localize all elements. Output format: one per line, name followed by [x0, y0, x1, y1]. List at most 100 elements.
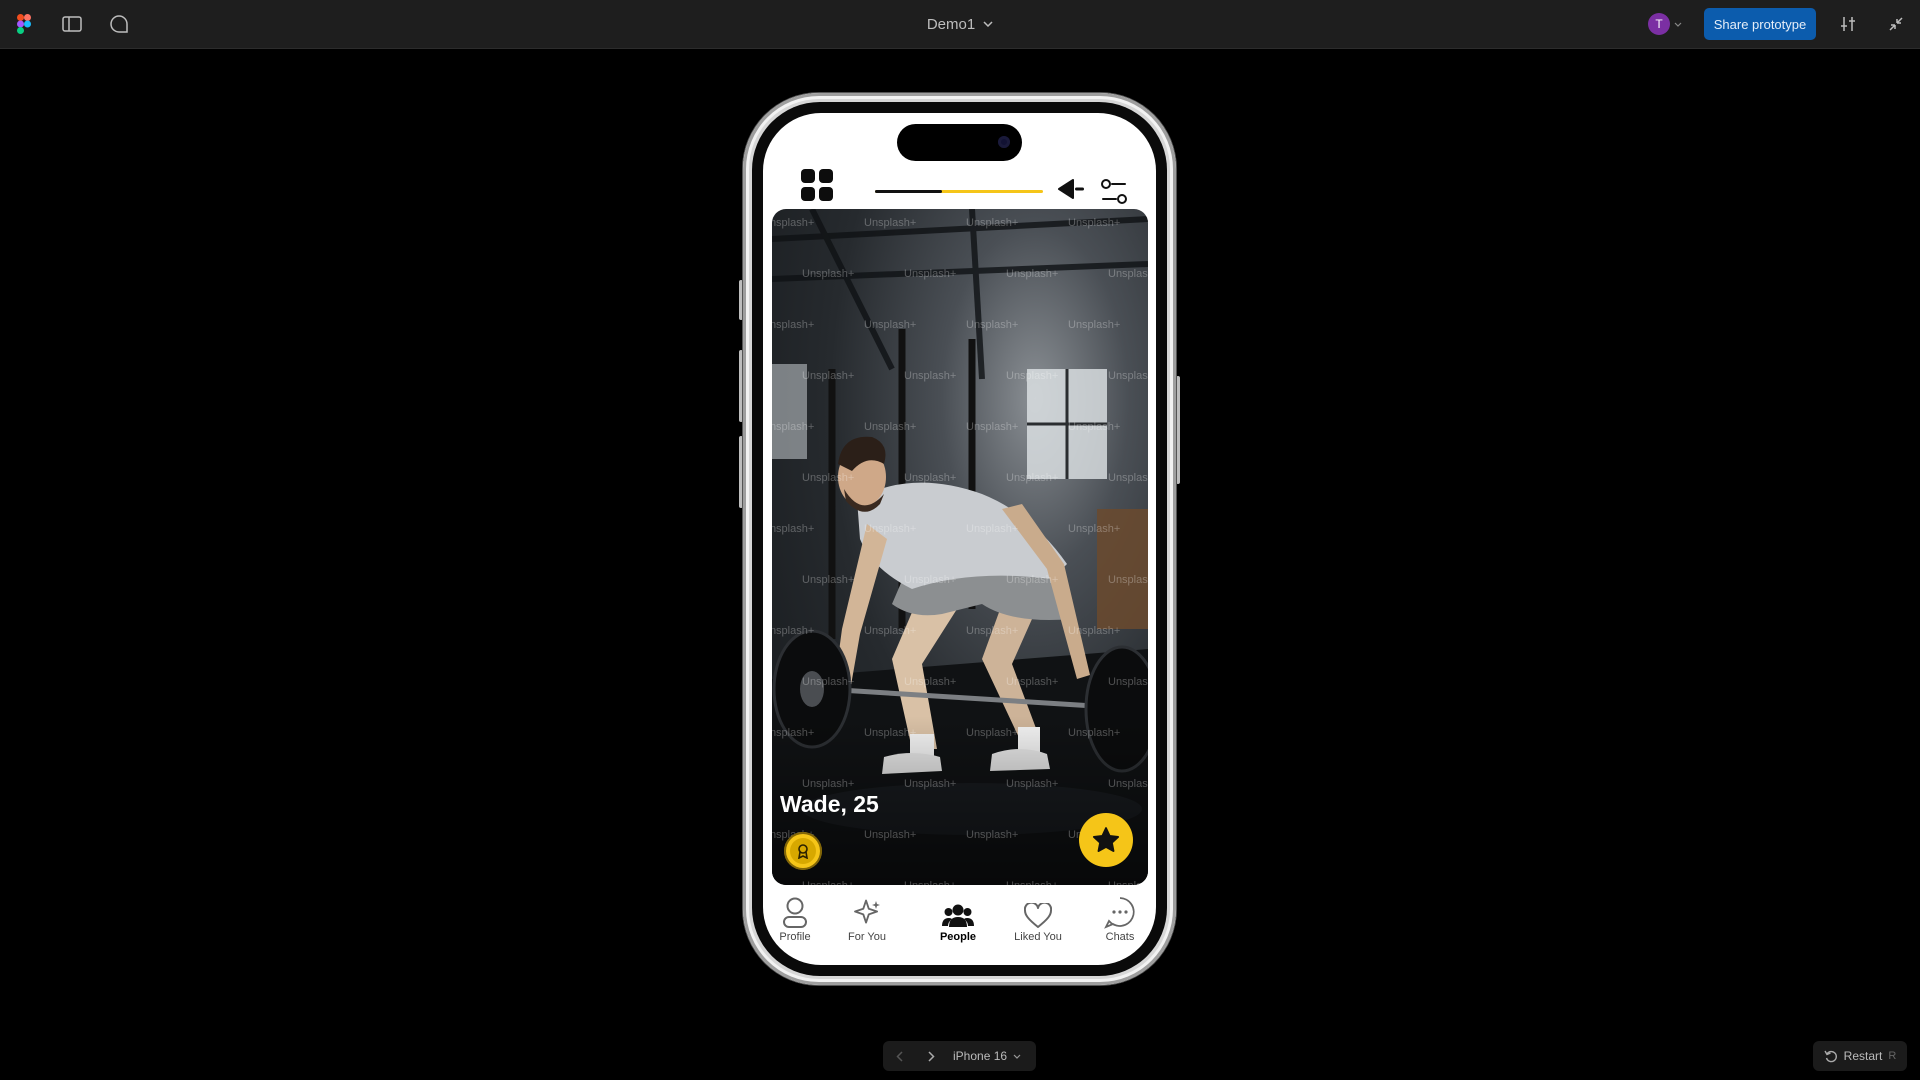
watermark-text: Unsplash+	[1108, 880, 1148, 885]
profile-progress-bar	[875, 190, 1043, 193]
power-button	[1176, 376, 1180, 484]
watermark-text: Unsplash+	[1068, 625, 1121, 637]
watermark-text: Unsplash+	[1108, 778, 1148, 790]
watermark-text: Unsplash+	[772, 217, 815, 229]
watermark-text: Unsplash+	[864, 625, 917, 637]
filter-icon[interactable]	[1100, 178, 1128, 206]
watermark-text: Unsplash+	[904, 574, 957, 586]
watermark-text: Unsplash+	[1068, 727, 1121, 739]
watermark-text: Unsplash+	[966, 217, 1019, 229]
super-like-button[interactable]	[1079, 813, 1133, 867]
next-frame-button[interactable]	[915, 1041, 947, 1071]
device-label: iPhone 16	[953, 1049, 1008, 1063]
collapse-icon[interactable]	[1884, 12, 1908, 36]
watermark-text: Unsplash+	[904, 676, 957, 688]
chevron-right-icon	[927, 1050, 935, 1062]
watermark-text: Unsplash+	[864, 829, 917, 841]
file-name[interactable]: Demo1	[927, 16, 975, 33]
watermark-text: Unsplash+	[802, 676, 855, 688]
watermark-text: Unsplash+	[1068, 319, 1121, 331]
people-icon	[942, 904, 974, 927]
rewind-icon[interactable]	[1057, 179, 1087, 199]
watermark-text: Unsplash+	[864, 727, 917, 739]
watermark-text: Unsplash+	[864, 421, 917, 433]
tab-liked-you[interactable]: Liked You	[1003, 895, 1073, 953]
user-menu[interactable]: T	[1648, 12, 1682, 36]
tab-chats[interactable]: Chats	[1085, 895, 1155, 953]
watermark-text: Unsplash+	[904, 472, 957, 484]
watermark-text: Unsplash+	[1006, 472, 1059, 484]
watermark-text: Unsplash+	[1006, 370, 1059, 382]
watermark-text: Unsplash+	[904, 370, 957, 382]
watermark-text: Unsplash+	[864, 217, 917, 229]
watermark-text: Unsplash+	[1006, 676, 1059, 688]
chevron-down-icon	[1674, 22, 1682, 27]
watermark-text: Unsplash+	[966, 727, 1019, 739]
watermark-text: Unsplash+	[802, 880, 854, 885]
sidebar-toggle-icon[interactable]	[60, 12, 84, 36]
watermark-text: Unsplash+	[1108, 574, 1148, 586]
share-prototype-button[interactable]: Share prototype	[1704, 8, 1816, 40]
tab-label: Profile	[779, 931, 811, 943]
watermark-text: Unsplash+	[772, 421, 815, 433]
watermark-text: Unsplash+	[1108, 676, 1148, 688]
restart-label: Restart	[1843, 1049, 1883, 1063]
device-selector[interactable]: iPhone 16	[953, 1049, 1021, 1063]
person-icon	[783, 897, 807, 928]
tab-for-you[interactable]: For You	[832, 895, 902, 953]
restart-icon	[1824, 1050, 1837, 1063]
watermark-text: Unsplash+	[772, 523, 815, 535]
watermark-text: Unsplash+	[904, 268, 957, 280]
watermark-text: Unsplash+	[772, 727, 815, 739]
profile-name-age: Wade, 25	[780, 791, 879, 817]
dynamic-island	[897, 124, 1022, 161]
sparkle-icon	[854, 899, 880, 924]
phone-screen: Unsplash+ Unsplash+ Unsplash+ Unsplash+ Unsp…	[763, 113, 1156, 965]
menu-grid-icon[interactable]	[801, 169, 833, 201]
comment-icon[interactable]	[107, 12, 131, 36]
watermark-text: Unsplash+	[772, 319, 815, 331]
star-icon	[1092, 827, 1120, 852]
tab-label: Liked You	[1014, 931, 1062, 943]
chevron-down-icon	[1013, 1054, 1021, 1059]
avatar: T	[1648, 13, 1670, 35]
watermark-text: Unsplash+	[864, 319, 917, 331]
watermark-text: Unsplash+	[1108, 268, 1148, 280]
watermark-text: Unsplash+	[1006, 268, 1059, 280]
file-title: Demo1	[0, 0, 1920, 48]
watermark-text: Unsplash+	[802, 268, 855, 280]
watermark-text: Unsplash+	[966, 523, 1019, 535]
profile-card[interactable]: Unsplash+ Unsplash+ Unsplash+ Unsplash+ Unsp…	[772, 209, 1148, 885]
watermark-text: Unsplash+	[966, 421, 1019, 433]
watermark-text: Unsplash+	[1068, 421, 1121, 433]
tab-people[interactable]: People	[923, 895, 993, 953]
watermark-text: Unsplash+	[1108, 370, 1148, 382]
prototype-toolbar: Demo1 T Share prototype	[0, 0, 1920, 49]
prototype-navigation: iPhone 16	[883, 1041, 1036, 1071]
watermark-text: Unsplash+	[1068, 523, 1121, 535]
watermark-text: Unsplash+	[966, 829, 1019, 841]
tab-label: People	[939, 931, 977, 943]
watermark-text: Unsplash+	[802, 778, 855, 790]
watermark-text: Unsplash+	[1108, 472, 1148, 484]
tab-label: For You	[848, 931, 886, 943]
settings-sliders-icon[interactable]	[1836, 12, 1860, 36]
chevron-left-icon	[895, 1050, 903, 1062]
restart-button[interactable]: Restart R	[1813, 1041, 1907, 1071]
chevron-down-icon[interactable]	[983, 21, 993, 27]
award-icon	[798, 844, 808, 859]
tab-label: Chats	[1105, 931, 1135, 943]
front-camera	[998, 136, 1010, 148]
restart-shortcut: R	[1888, 1050, 1897, 1062]
watermark-text: Unsplash+	[864, 523, 917, 535]
tab-profile[interactable]: Profile	[763, 895, 830, 953]
previous-frame-button[interactable]	[883, 1041, 915, 1071]
progress-fill	[875, 190, 943, 193]
watermark-text: Unsplash+	[802, 472, 855, 484]
verified-badge[interactable]	[784, 832, 822, 870]
watermark-text: Unsplash+	[802, 574, 855, 586]
watermark-text: Unsplash+	[1006, 880, 1058, 885]
figma-logo-icon[interactable]	[12, 12, 36, 36]
watermark-text: Unsplash+	[1006, 574, 1059, 586]
bottom-tab-bar: Profile For You People Liked You Chats	[763, 895, 1156, 955]
